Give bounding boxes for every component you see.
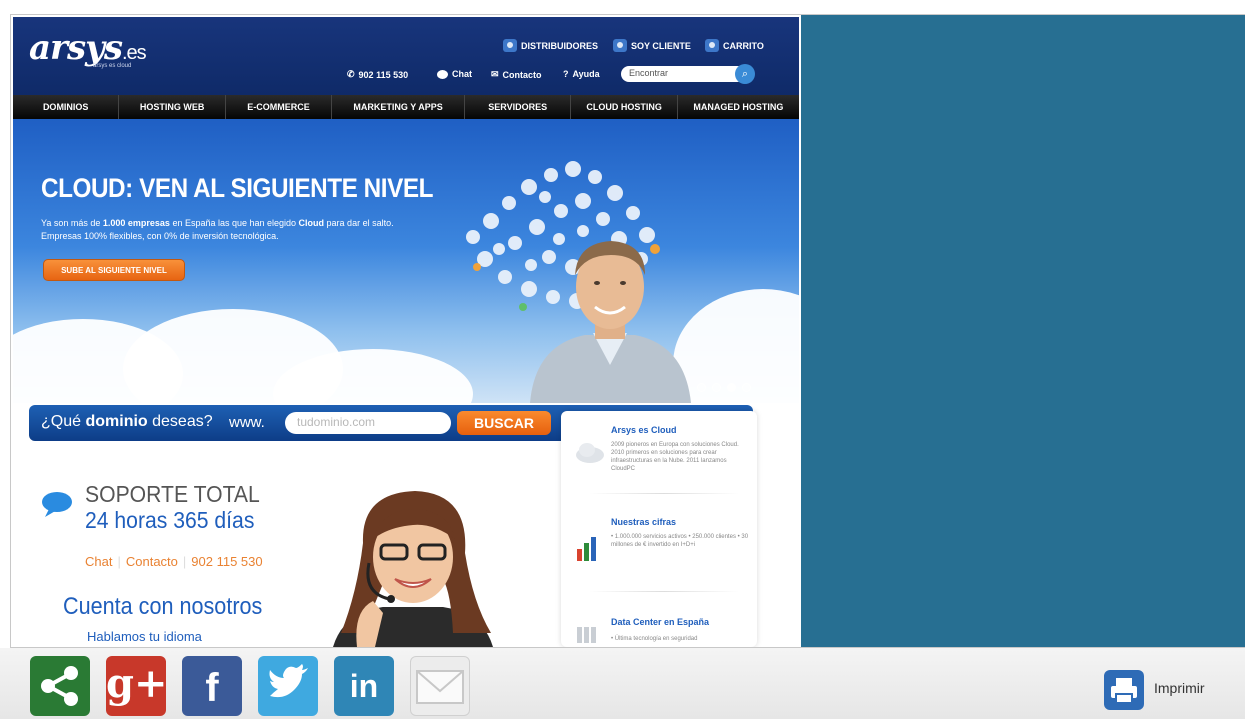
support-cuenta: Cuenta con nosotros (63, 593, 263, 620)
twitter-icon (269, 664, 308, 698)
linkedin-icon: in (349, 668, 379, 704)
nav-item-servidores[interactable]: SERVIDORES (465, 95, 572, 119)
print-button[interactable] (1104, 670, 1144, 710)
share-icon (41, 666, 78, 706)
cart-icon (705, 39, 719, 52)
printer-icon (1111, 678, 1137, 704)
person-icon (613, 39, 627, 52)
carousel-dot[interactable] (742, 383, 751, 392)
google-plus-icon: g+ (106, 660, 168, 707)
info-column: Arsys es Cloud 2009 pioneros en Europa c… (561, 411, 757, 647)
share-bar: g+ f in Imprimir (0, 648, 1245, 719)
mail-icon (416, 670, 464, 704)
carousel-dots (697, 383, 751, 392)
twitter-button[interactable] (258, 656, 318, 716)
top-link-carrito[interactable]: CARRITO (705, 39, 764, 52)
domain-question: ¿Qué dominio deseas? (41, 413, 213, 430)
divider (589, 493, 739, 494)
facebook-button[interactable]: f (182, 656, 242, 716)
server-icon (577, 627, 596, 643)
support-links: Chat | Contacto | 902 115 530 (85, 554, 263, 569)
carousel-dot[interactable] (727, 383, 736, 392)
support-phone-link[interactable]: 902 115 530 (191, 554, 262, 569)
domain-www-prefix: www. (229, 414, 265, 431)
carousel-dot[interactable] (712, 383, 721, 392)
support-chat-link[interactable]: Chat (85, 554, 112, 569)
nav-item-e-commerce[interactable]: E-COMMERCE (226, 95, 333, 119)
header-search-input[interactable]: Encontrar (621, 66, 745, 82)
preview-frame: arsys.es arsys es cloud DISTRIBUIDORES S… (10, 14, 1245, 648)
cloud-icon (576, 443, 604, 463)
right-panel (801, 15, 1245, 647)
linkedin-button[interactable]: in (334, 656, 394, 716)
chat-bubble-icon (437, 69, 448, 79)
buscar-button[interactable]: BUSCAR (457, 411, 551, 435)
nav-item-cloud-hosting[interactable]: CLOUD HOSTING (571, 95, 678, 119)
hero-text: Ya son más de 1.000 empresas en España l… (41, 218, 394, 241)
nav-item-hosting-web[interactable]: HOSTING WEB (119, 95, 226, 119)
logo-tagline: arsys es cloud (93, 63, 132, 69)
contacto-link[interactable]: ✉ Contacto (491, 69, 542, 80)
top-link-soy-cliente[interactable]: SOY CLIENTE (613, 39, 691, 52)
speech-bubble-icon (42, 492, 72, 517)
nav-item-marketing[interactable]: MARKETING Y APPS (332, 95, 465, 119)
main-nav: DOMINIOS HOSTING WEB E-COMMERCE MARKETIN… (13, 95, 799, 119)
bar-chart-icon (577, 537, 596, 561)
support-title: SOPORTE TOTAL (85, 481, 260, 507)
hero-banner: CLOUD: VEN AL SIGUIENTE NIVEL Ya son más… (13, 119, 799, 403)
search-icon[interactable]: ⌕ (735, 64, 755, 84)
carousel-dot[interactable] (697, 383, 706, 392)
domain-input[interactable]: tudominio.com (285, 412, 451, 434)
man-photo (530, 241, 691, 403)
website-preview: arsys.es arsys es cloud DISTRIBUIDORES S… (13, 17, 799, 647)
support-idioma: Hablamos tu idioma (87, 629, 202, 644)
top-link-distribuidores[interactable]: DISTRIBUIDORES (503, 39, 598, 52)
google-plus-button[interactable]: g+ (106, 656, 168, 716)
phone-icon: ✆ (347, 69, 355, 79)
support-hours: 24 horas 365 días (85, 507, 255, 533)
site-header: arsys.es arsys es cloud DISTRIBUIDORES S… (13, 17, 799, 95)
question-icon: ? (563, 69, 569, 79)
support-contacto-link[interactable]: Contacto (126, 554, 178, 569)
share-button[interactable] (30, 656, 90, 716)
support-agent-photo (333, 491, 493, 647)
email-button[interactable] (410, 656, 470, 716)
phone-link[interactable]: ✆ 902 115 530 (347, 69, 408, 80)
chat-link[interactable]: Chat (437, 69, 472, 79)
ayuda-link[interactable]: ? Ayuda (563, 69, 600, 79)
nav-item-managed-hosting[interactable]: MANAGED HOSTING (678, 95, 799, 119)
print-label[interactable]: Imprimir (1154, 680, 1205, 696)
hero-cta-button[interactable]: SUBE AL SIGUIENTE NIVEL (43, 259, 185, 281)
facebook-icon: f (205, 666, 219, 710)
divider (589, 591, 739, 592)
envelope-icon: ✉ (491, 69, 499, 79)
hero-title: CLOUD: VEN AL SIGUIENTE NIVEL (41, 173, 433, 203)
nav-item-dominios[interactable]: DOMINIOS (13, 95, 120, 119)
user-icon (503, 39, 517, 52)
